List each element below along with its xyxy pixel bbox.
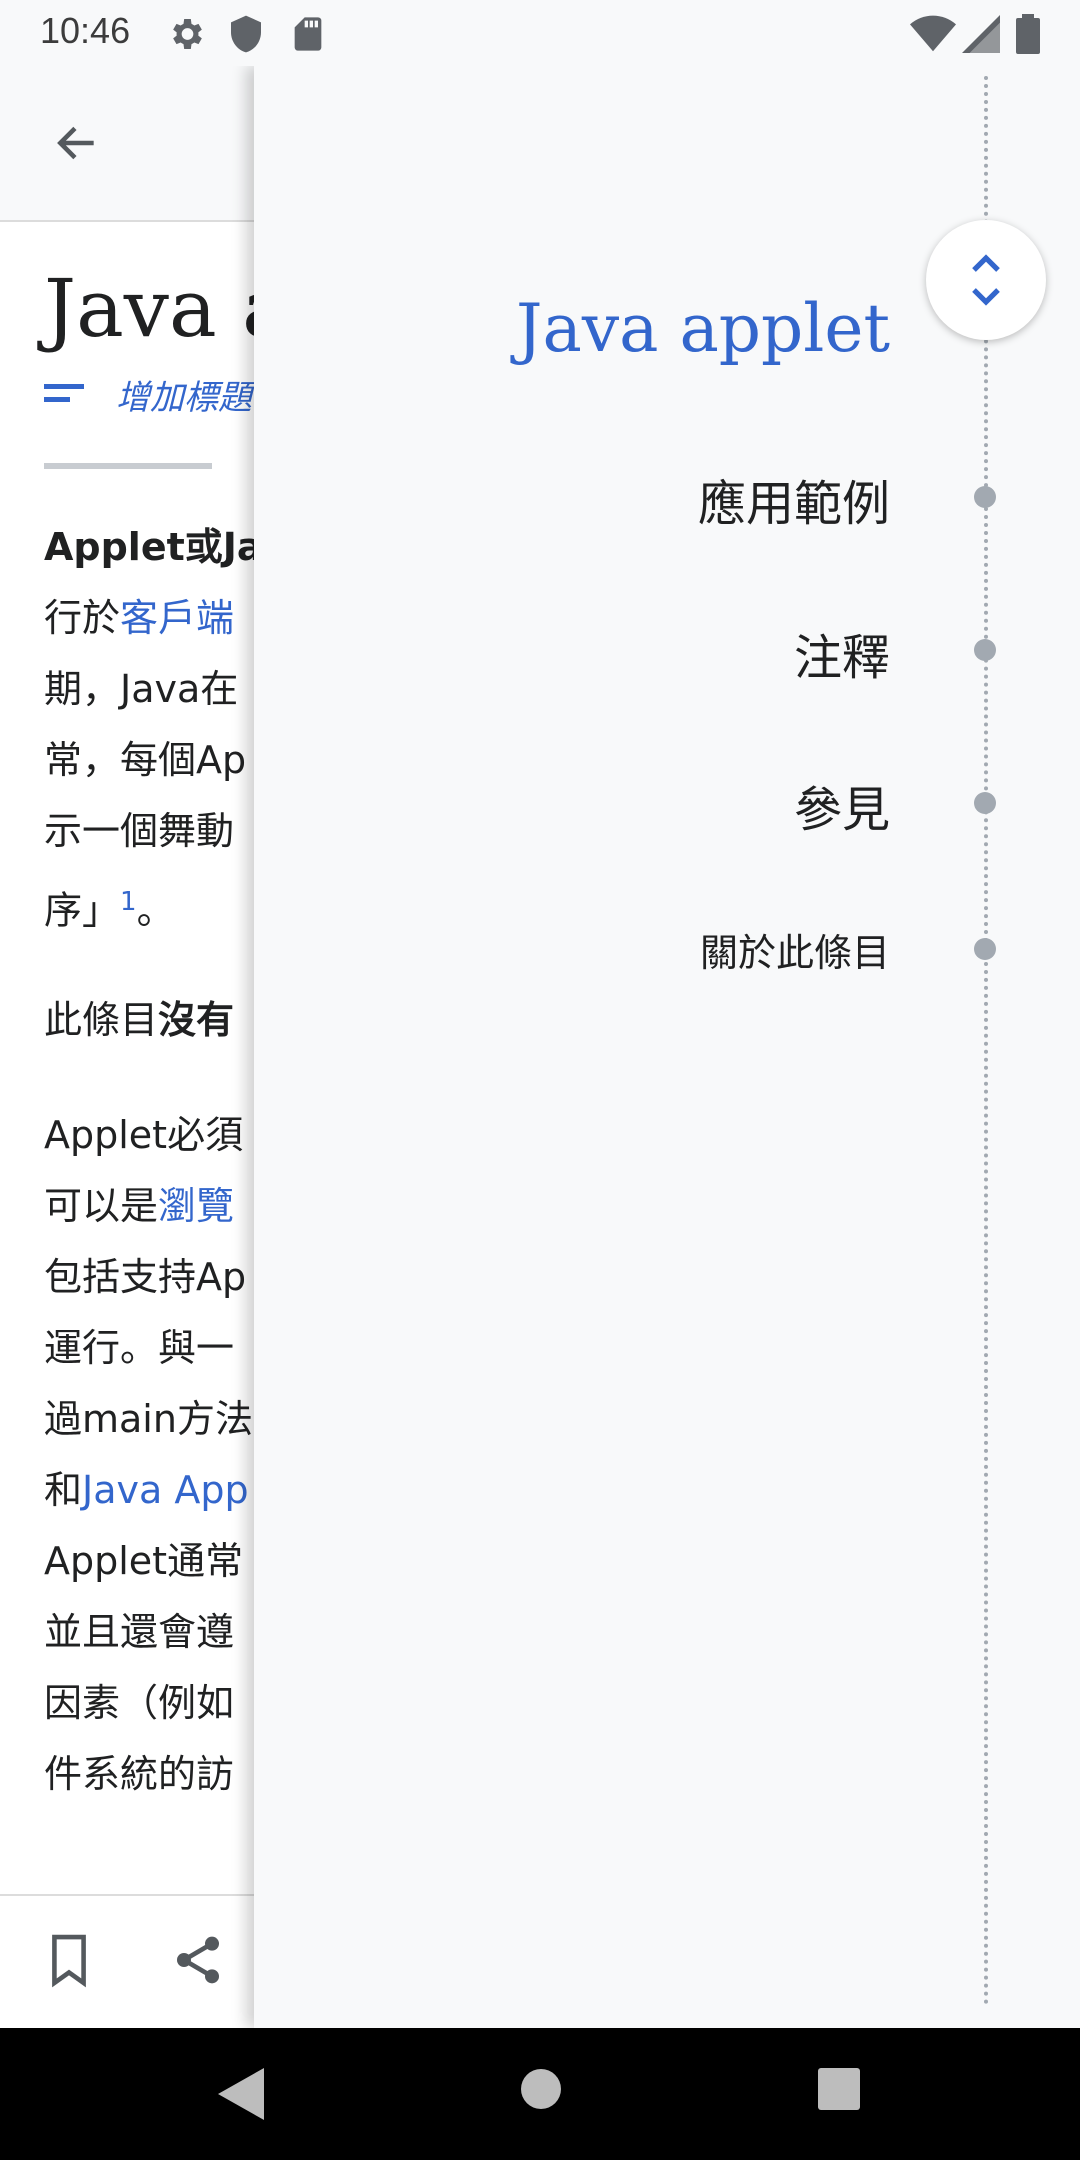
battery-icon xyxy=(1016,14,1040,58)
toc-scroll-track[interactable] xyxy=(984,76,988,2006)
toc-dot xyxy=(974,938,996,960)
link-browser[interactable]: 瀏覽 xyxy=(158,1184,234,1228)
table-of-contents-drawer: Java applet 應用範例 注釋 參見 關於此條目 xyxy=(254,66,1080,2028)
toc-dot xyxy=(974,486,996,508)
toc-scroll-button[interactable] xyxy=(926,220,1046,340)
nav-recents-icon[interactable] xyxy=(818,2068,860,2114)
toc-dot xyxy=(974,639,996,661)
back-arrow-icon[interactable] xyxy=(52,118,102,172)
title-divider xyxy=(44,463,212,469)
status-bar: 10:46 xyxy=(0,0,1080,66)
nav-back-icon[interactable] xyxy=(218,2068,264,2124)
toc-item-examples[interactable]: 應用範例 xyxy=(698,464,890,534)
toc-item-notes[interactable]: 注釋 xyxy=(794,618,890,688)
toc-item-about-article[interactable]: 關於此條目 xyxy=(700,922,890,977)
system-nav-bar xyxy=(0,2028,1080,2160)
toc-item-see-also[interactable]: 參見 xyxy=(794,770,890,840)
cellular-signal-icon xyxy=(962,14,1000,58)
wifi-icon xyxy=(910,14,956,58)
reference-link[interactable]: 1 xyxy=(120,887,137,917)
settings-icon xyxy=(166,14,206,58)
link-client[interactable]: 客戶端 xyxy=(120,596,234,640)
toc-dot xyxy=(974,792,996,814)
short-description-icon xyxy=(44,384,84,410)
sd-card-icon xyxy=(288,14,328,58)
nav-home-icon[interactable] xyxy=(520,2068,562,2114)
toc-title[interactable]: Java applet xyxy=(516,290,890,367)
link-java-app[interactable]: Java App xyxy=(82,1468,249,1512)
bookmark-icon[interactable] xyxy=(44,1932,94,1992)
shield-icon xyxy=(226,14,266,58)
status-time: 10:46 xyxy=(40,10,131,51)
share-icon[interactable] xyxy=(170,1932,226,1992)
